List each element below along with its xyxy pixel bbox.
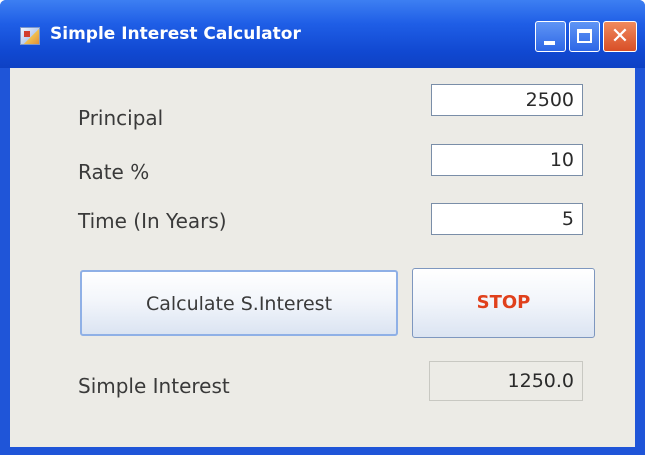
application-window: Simple Interest Calculator ✕ Principal R… — [0, 0, 645, 455]
principal-input[interactable] — [431, 84, 583, 116]
java-app-icon — [20, 27, 40, 45]
stop-button[interactable]: STOP — [412, 268, 595, 338]
maximize-icon — [577, 29, 592, 43]
minimize-button[interactable] — [535, 21, 566, 52]
close-icon: ✕ — [610, 24, 630, 49]
maximize-button[interactable] — [569, 21, 600, 52]
simple-interest-label: Simple Interest — [78, 374, 230, 398]
calculator-panel: Principal Rate % Time (In Years) Calcula… — [10, 68, 635, 447]
principal-label: Principal — [78, 106, 164, 130]
close-button[interactable]: ✕ — [603, 21, 637, 52]
time-label: Time (In Years) — [78, 209, 227, 233]
window-title: Simple Interest Calculator — [50, 24, 301, 44]
rate-label: Rate % — [78, 160, 150, 184]
time-input[interactable] — [431, 203, 583, 235]
calculate-interest-button[interactable]: Calculate S.Interest — [80, 270, 398, 336]
rate-input[interactable] — [431, 144, 583, 176]
minimize-icon — [544, 41, 555, 45]
simple-interest-output: 1250.0 — [429, 361, 583, 401]
title-bar[interactable]: Simple Interest Calculator ✕ — [0, 0, 645, 68]
